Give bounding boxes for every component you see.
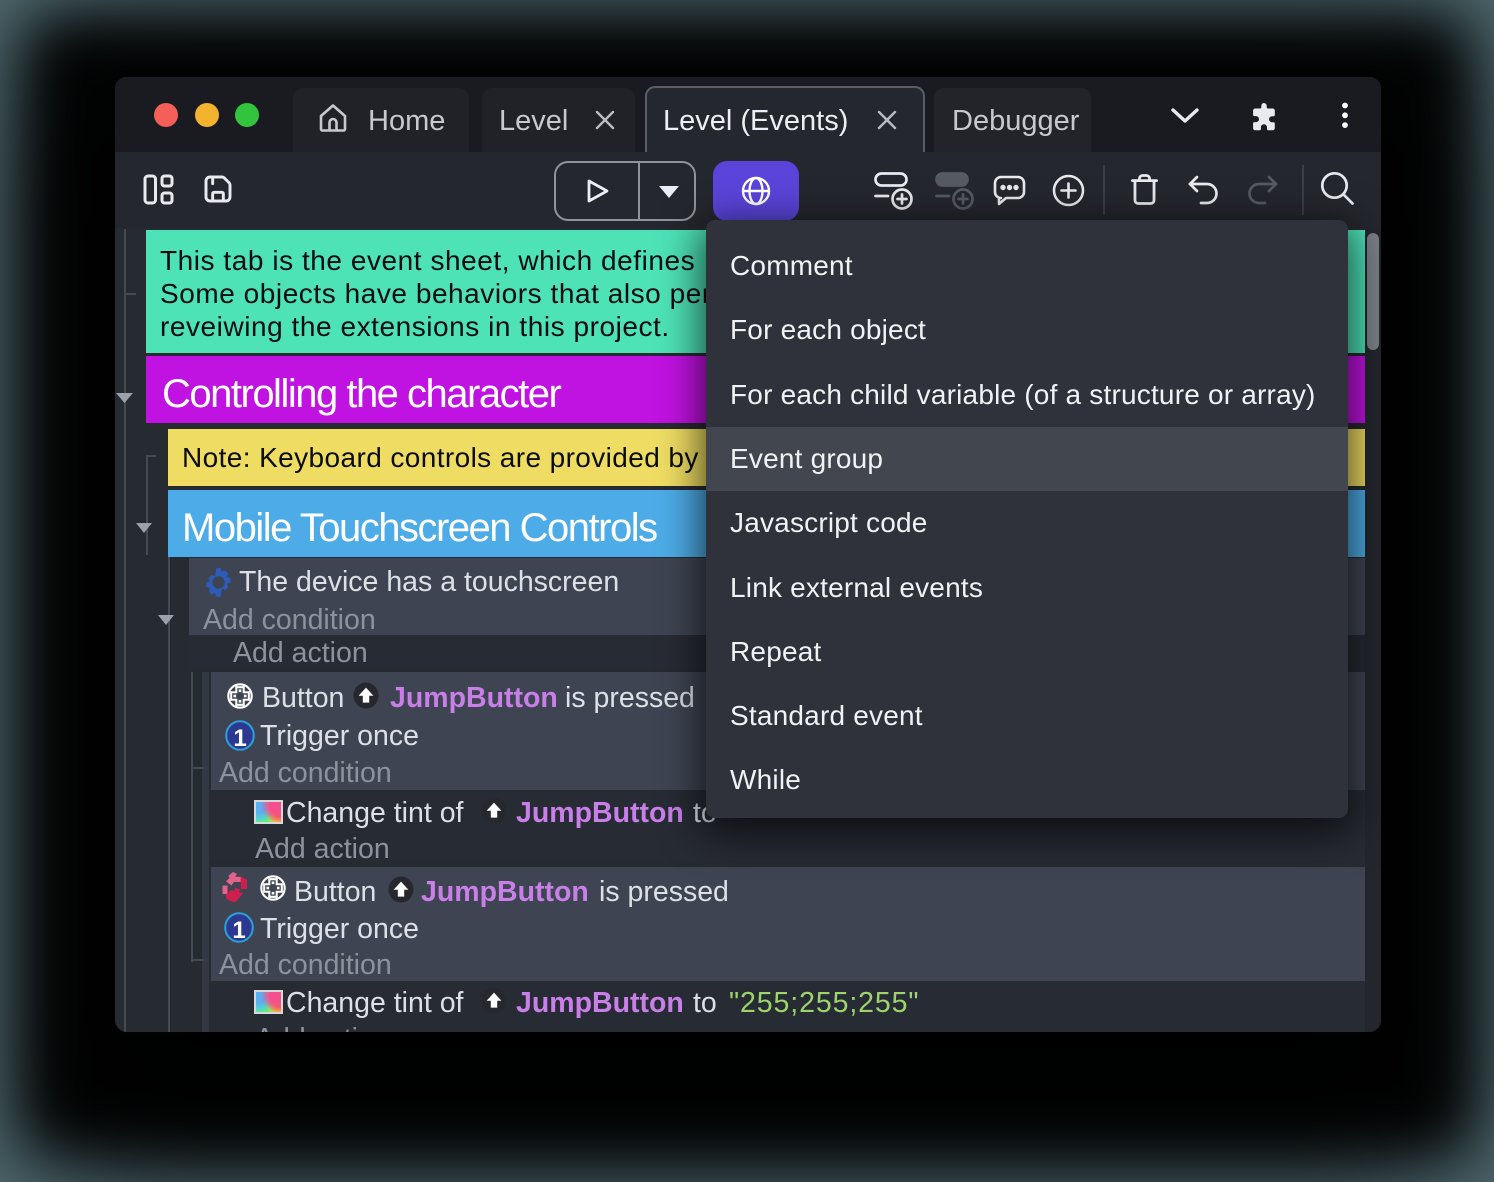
svg-text:1: 1 [233,725,246,751]
svg-text:1: 1 [232,917,245,943]
